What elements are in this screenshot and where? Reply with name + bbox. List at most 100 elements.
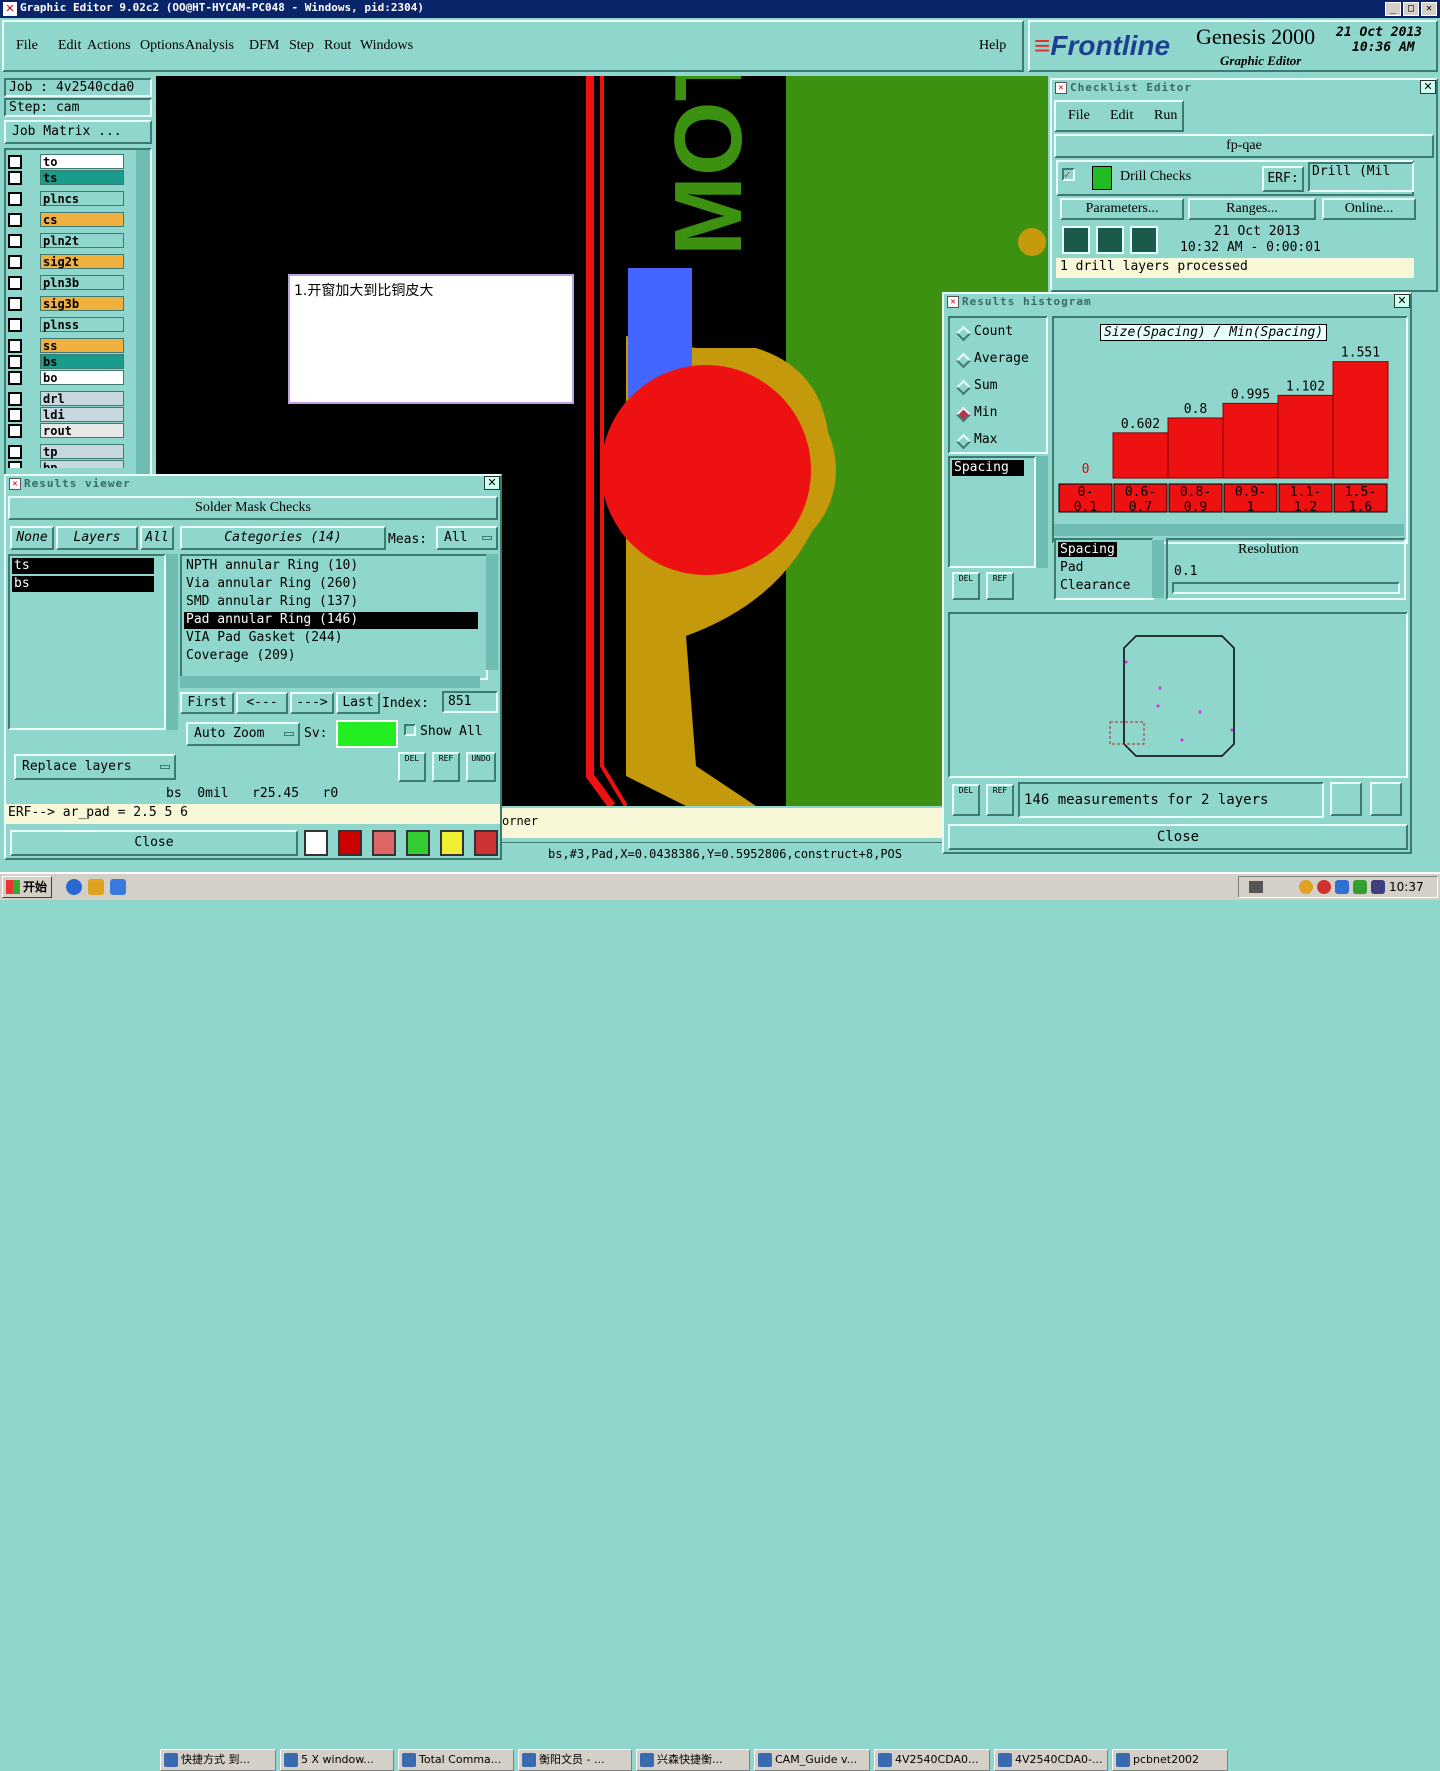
result-layer-item[interactable]: bs (12, 576, 154, 592)
histogram-bar[interactable] (1222, 402, 1279, 479)
layer-row-rout[interactable]: rout (8, 423, 124, 439)
layer-name[interactable]: ts (40, 170, 124, 185)
histogram-bar[interactable] (1332, 361, 1389, 479)
taskbar-item[interactable]: 快捷方式 到... (160, 1749, 276, 1771)
start-button[interactable]: 开始 (2, 876, 52, 898)
erf-button[interactable]: ERF: (1262, 166, 1304, 192)
run-icon-3[interactable] (1130, 226, 1158, 254)
layer-checkbox[interactable] (8, 445, 22, 459)
layer-name[interactable]: rout (40, 423, 124, 438)
tray-icon-5[interactable] (1371, 880, 1385, 894)
menu-options[interactable]: Options (140, 38, 184, 54)
layer-checkbox[interactable] (8, 371, 22, 385)
index-input[interactable]: 851 (442, 691, 498, 713)
result-layer-item[interactable]: ts (12, 558, 154, 574)
layer-name[interactable]: sig2t (40, 254, 124, 269)
close-icon[interactable]: ✕ (484, 476, 500, 490)
mode-radio-sum[interactable] (955, 379, 972, 396)
undo-button[interactable]: UNDO (466, 752, 496, 782)
side-list-item[interactable]: Pad (1058, 560, 1085, 575)
layer-checkbox[interactable] (8, 408, 22, 422)
last-button[interactable]: Last (336, 692, 380, 714)
chart-hscrollbar[interactable] (1054, 524, 1404, 536)
taskbar-item[interactable]: 兴森快捷衡... (636, 1749, 750, 1771)
close-icon[interactable]: ✕ (1394, 294, 1410, 308)
layer-name[interactable]: cs (40, 212, 124, 227)
checklist-menu-run[interactable]: Run (1154, 108, 1177, 124)
category-scrollbar[interactable] (486, 554, 498, 670)
minimize-button[interactable]: _ (1385, 2, 1401, 16)
layer-name[interactable]: plnss (40, 317, 124, 332)
mode-label[interactable]: Count (974, 324, 1013, 339)
layer-checkbox[interactable] (8, 276, 22, 290)
show-all-checkbox[interactable] (404, 724, 416, 736)
layer-row-tp[interactable]: tp (8, 444, 124, 460)
layer-row-sig2t[interactable]: sig2t (8, 254, 124, 270)
category-item[interactable]: SMD annular Ring (137) (184, 594, 478, 611)
menu-help[interactable]: Help (979, 38, 1006, 54)
layer-row-pln3b[interactable]: pln3b (8, 275, 124, 291)
layer-checkbox[interactable] (8, 339, 22, 353)
category-item[interactable]: Pad annular Ring (146) (184, 612, 478, 629)
first-button[interactable]: First (180, 692, 234, 714)
category-item[interactable]: VIA Pad Gasket (244) (184, 630, 478, 647)
categories-button[interactable]: Categories (14) (180, 526, 386, 550)
maximize-button[interactable]: □ (1403, 2, 1419, 16)
toolbar-icon-3[interactable] (372, 830, 396, 856)
tray-icon-2[interactable] (1317, 880, 1331, 894)
taskbar-item[interactable]: 5 X window... (280, 1749, 394, 1771)
layer-row-cs[interactable]: cs (8, 212, 124, 228)
resolution-slider[interactable] (1172, 582, 1400, 594)
checklist-menu-edit[interactable]: Edit (1110, 108, 1133, 124)
toolbar-icon-2[interactable] (338, 830, 362, 856)
histogram-icon[interactable] (474, 830, 498, 856)
menu-step[interactable]: Step (289, 38, 314, 54)
layer-checkbox[interactable] (8, 192, 22, 206)
layer-row-pln2t[interactable]: pln2t (8, 233, 124, 249)
mode-label[interactable]: Min (974, 405, 997, 420)
layer-name[interactable]: ldi (40, 407, 124, 422)
next-button[interactable]: ---> (290, 692, 334, 714)
mode-label[interactable]: Max (974, 432, 997, 447)
layer-row-ss[interactable]: ss (8, 338, 124, 354)
del-button[interactable]: DEL (398, 752, 426, 782)
side-list-item[interactable]: Spacing (1058, 542, 1117, 557)
side-list-scrollbar[interactable] (1152, 540, 1164, 598)
check-enabled-checkbox[interactable]: ✓ (1062, 168, 1075, 181)
category-item[interactable]: NPTH annular Ring (10) (184, 558, 478, 575)
erf-value[interactable]: Drill (Mil (1308, 162, 1414, 192)
histogram-bar[interactable] (1167, 417, 1224, 479)
layer-checkbox[interactable] (8, 213, 22, 227)
layer-name[interactable]: bo (40, 370, 124, 385)
layer-row-plncs[interactable]: plncs (8, 191, 124, 207)
layer-name[interactable]: sig3b (40, 296, 124, 311)
layout-preview[interactable] (948, 612, 1408, 778)
del-button[interactable]: DEL (952, 572, 980, 600)
sv-color-dropdown[interactable] (336, 720, 398, 748)
meas-dropdown[interactable]: All (436, 526, 498, 550)
tray-icon-keyboard[interactable] (1249, 881, 1263, 893)
ref-button[interactable]: REF (986, 572, 1014, 600)
layer-row-bp[interactable]: bp (8, 460, 124, 468)
close-icon[interactable]: ✕ (1421, 2, 1437, 16)
mode-label[interactable]: Sum (974, 378, 997, 393)
layer-name[interactable]: bp (40, 460, 124, 468)
tray-icon-1[interactable] (1299, 880, 1313, 894)
measure-scrollbar[interactable] (1036, 456, 1048, 568)
layer-checkbox[interactable] (8, 392, 22, 406)
layer-row-sig3b[interactable]: sig3b (8, 296, 124, 312)
layer-name[interactable]: pln3b (40, 275, 124, 290)
layer-row-bs[interactable]: bs (8, 354, 124, 370)
quicklaunch-icon-3[interactable] (110, 879, 126, 895)
toolbar-icon-4[interactable] (406, 830, 430, 856)
taskbar-item[interactable]: Total Comma... (398, 1749, 514, 1771)
layer-checkbox[interactable] (8, 355, 22, 369)
layer-name[interactable]: drl (40, 391, 124, 406)
auto-zoom-dropdown[interactable]: Auto Zoom (186, 722, 300, 746)
mode-radio-max[interactable] (955, 433, 972, 450)
ranges-button[interactable]: Ranges... (1188, 198, 1316, 220)
tray-icon-4[interactable] (1353, 880, 1367, 894)
taskbar-item[interactable]: pcbnet2002 (1112, 1749, 1228, 1771)
toolbar-icon-1[interactable] (304, 830, 328, 856)
menu-dfm[interactable]: DFM (249, 38, 279, 54)
